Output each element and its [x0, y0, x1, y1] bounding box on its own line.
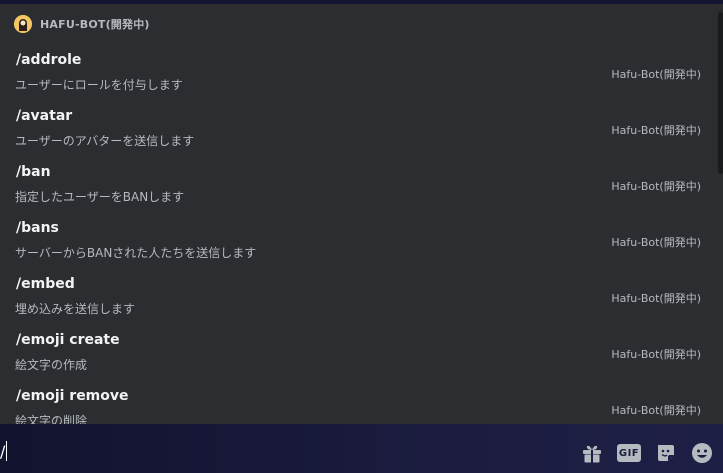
command-name: /emoji create	[16, 332, 120, 348]
command-autocomplete-popup: HAFU-BOT(開発中) /addrole ユーザーにロールを付与します Ha…	[0, 4, 723, 424]
composer-buttons: GIF	[567, 442, 713, 464]
command-item[interactable]: /embed 埋め込みを送信します Hafu-Bot(開発中)	[0, 268, 715, 324]
autocomplete-header-title: HAFU-BOT(開発中)	[40, 18, 150, 31]
sticker-icon[interactable]	[655, 442, 677, 464]
command-list: /addrole ユーザーにロールを付与します Hafu-Bot(開発中) /a…	[0, 44, 715, 424]
command-source: Hafu-Bot(開発中)	[611, 180, 701, 193]
command-description: 指定したユーザーをBANします	[15, 190, 185, 204]
command-source: Hafu-Bot(開発中)	[611, 68, 701, 81]
command-item[interactable]: /addrole ユーザーにロールを付与します Hafu-Bot(開発中)	[0, 44, 715, 100]
command-item[interactable]: /ban 指定したユーザーをBANします Hafu-Bot(開発中)	[0, 156, 715, 212]
emoji-icon[interactable]	[691, 442, 713, 464]
text-caret	[6, 441, 8, 461]
command-item[interactable]: /bans サーバーからBANされた人たちを送信します Hafu-Bot(開発中…	[0, 212, 715, 268]
message-composer: / GIF	[0, 424, 723, 473]
command-description: 埋め込みを送信します	[15, 302, 136, 316]
command-description: 絵文字の削除	[15, 414, 88, 424]
gif-icon[interactable]: GIF	[617, 444, 641, 462]
command-description: ユーザーにロールを付与します	[15, 78, 183, 92]
command-description: サーバーからBANされた人たちを送信します	[15, 246, 257, 260]
command-name: /bans	[16, 220, 59, 236]
gift-icon[interactable]	[581, 442, 603, 464]
message-input-text: /	[0, 441, 6, 461]
command-source: Hafu-Bot(開発中)	[611, 292, 701, 305]
command-item[interactable]: /avatar ユーザーのアバターを送信します Hafu-Bot(開発中)	[0, 100, 715, 156]
command-name: /emoji remove	[16, 388, 129, 404]
command-description: 絵文字の作成	[15, 358, 88, 372]
command-source: Hafu-Bot(開発中)	[611, 404, 701, 417]
command-source: Hafu-Bot(開発中)	[611, 124, 701, 137]
message-input[interactable]: /	[0, 440, 8, 462]
gif-label: GIF	[617, 444, 641, 462]
command-name: /avatar	[16, 108, 73, 124]
autocomplete-header: HAFU-BOT(開発中)	[0, 4, 715, 44]
command-source: Hafu-Bot(開発中)	[611, 236, 701, 249]
command-item[interactable]: /emoji create 絵文字の作成 Hafu-Bot(開発中)	[0, 324, 715, 380]
command-item[interactable]: /emoji remove 絵文字の削除 Hafu-Bot(開発中)	[0, 380, 715, 424]
autocomplete-scrollbar[interactable]	[718, 12, 723, 174]
command-source: Hafu-Bot(開発中)	[611, 348, 701, 361]
bot-avatar-icon	[14, 15, 32, 33]
command-name: /ban	[16, 164, 51, 180]
command-description: ユーザーのアバターを送信します	[15, 134, 195, 148]
command-name: /embed	[16, 276, 75, 292]
command-name: /addrole	[16, 52, 82, 68]
